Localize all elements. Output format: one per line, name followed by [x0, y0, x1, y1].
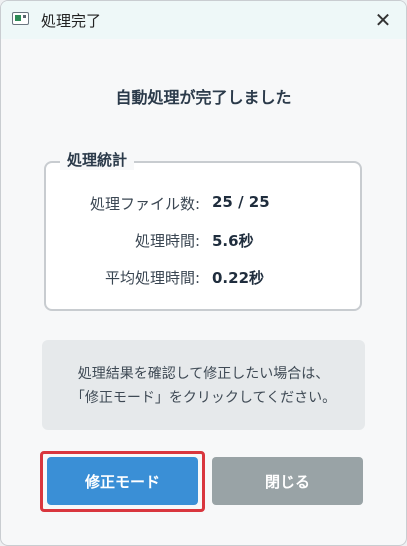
stat-value: 0.22秒 — [212, 269, 265, 287]
app-window-icon — [12, 12, 29, 25]
close-icon[interactable]: ✕ — [360, 1, 406, 39]
completion-heading: 自動処理が完了しました — [115, 88, 292, 107]
info-message-line-1: 処理結果を確認して修正したい場合は、 — [77, 366, 330, 382]
stat-row-average-time: 平均処理時間: 0.22秒 — [1, 267, 406, 289]
stat-label: 処理時間: — [134, 232, 200, 250]
stat-label: 処理ファイル数: — [89, 195, 200, 213]
stat-row-file-count: 処理ファイル数: 25 / 25 — [1, 193, 406, 215]
stat-value: 25 / 25 — [212, 193, 270, 211]
title-bar: 処理完了 ✕ — [1, 1, 406, 39]
stat-value: 5.6秒 — [212, 232, 254, 250]
stat-row-processing-time: 処理時間: 5.6秒 — [1, 230, 406, 252]
info-message-line-2: 「修正モード」をクリックしてください。 — [70, 390, 337, 406]
stats-group-title: 処理統計 — [60, 149, 135, 170]
info-message-box: 処理結果を確認して修正したい場合は、 「修正モード」をクリックしてください。 — [42, 340, 365, 430]
edit-mode-button[interactable]: 修正モード — [47, 457, 198, 505]
window-title: 処理完了 — [41, 12, 102, 30]
dialog-window: 処理完了 ✕ 自動処理が完了しました 処理統計 処理ファイル数: 25 / 25… — [0, 0, 407, 546]
close-button[interactable]: 閉じる — [212, 457, 363, 505]
stat-label: 平均処理時間: — [104, 269, 200, 287]
